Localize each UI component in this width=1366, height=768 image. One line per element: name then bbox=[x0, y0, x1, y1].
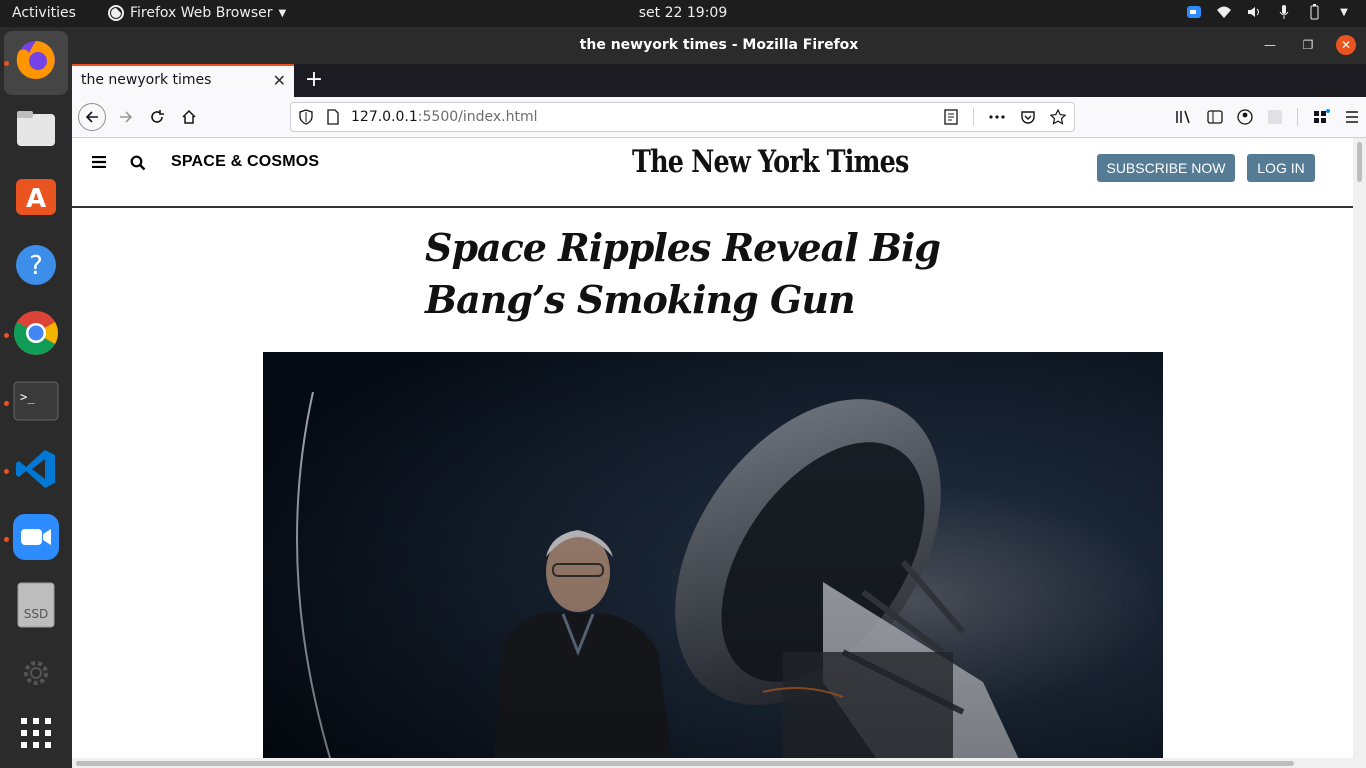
maximize-button[interactable]: ❐ bbox=[1298, 35, 1318, 55]
account-icon[interactable] bbox=[1237, 109, 1253, 125]
running-indicator bbox=[4, 61, 9, 66]
files-icon[interactable] bbox=[12, 105, 60, 153]
tracking-protection-shield-icon[interactable] bbox=[299, 109, 313, 125]
url-host: 127.0.0.1 bbox=[351, 109, 418, 125]
section-title[interactable]: SPACE & COSMOS bbox=[171, 153, 319, 171]
minimize-button[interactable]: — bbox=[1260, 35, 1280, 55]
ssd-drive-icon[interactable]: SSD bbox=[12, 581, 60, 629]
extensions-puzzle-icon[interactable] bbox=[1312, 109, 1330, 125]
bookmark-star-icon[interactable] bbox=[1050, 109, 1066, 125]
zoom-tray-icon[interactable] bbox=[1186, 4, 1202, 20]
svg-text:A: A bbox=[26, 184, 46, 214]
hamburger-menu-icon[interactable] bbox=[1344, 109, 1360, 125]
extension-icon[interactable] bbox=[1267, 109, 1283, 125]
window-controls: — ❐ ✕ bbox=[1260, 35, 1356, 55]
terminal-icon[interactable]: >_ bbox=[12, 377, 60, 425]
vscode-icon[interactable] bbox=[12, 445, 60, 493]
url-bar[interactable]: 127.0.0.1:5500/index.html bbox=[290, 102, 1075, 132]
forward-arrow-icon bbox=[120, 111, 133, 123]
tab-strip: the newyork times ✕ + bbox=[72, 64, 1366, 97]
horizontal-scroll-thumb[interactable] bbox=[76, 761, 1294, 766]
home-button[interactable] bbox=[175, 103, 203, 131]
close-window-button[interactable]: ✕ bbox=[1336, 35, 1356, 55]
page-viewport: SPACE & COSMOS The New York Times SUBSCR… bbox=[72, 138, 1366, 768]
reader-view-icon[interactable] bbox=[943, 109, 959, 125]
site-menu-icon[interactable] bbox=[92, 156, 106, 168]
window-title: the newyork times - Mozilla Firefox bbox=[579, 37, 859, 53]
page-actions-ellipsis-icon[interactable] bbox=[988, 109, 1006, 125]
vertical-scroll-thumb[interactable] bbox=[1357, 142, 1362, 182]
horizontal-scrollbar[interactable] bbox=[72, 758, 1353, 768]
chrome-icon[interactable] bbox=[12, 309, 60, 357]
volume-icon[interactable] bbox=[1246, 4, 1262, 20]
running-indicator bbox=[4, 333, 9, 338]
microphone-icon[interactable] bbox=[1276, 4, 1292, 20]
svg-text:>_: >_ bbox=[20, 390, 35, 404]
subscribe-button[interactable]: SUBSCRIBE NOW bbox=[1097, 154, 1235, 182]
battery-icon[interactable] bbox=[1306, 4, 1322, 20]
running-indicator bbox=[4, 401, 9, 406]
running-indicator bbox=[4, 469, 9, 474]
system-tray[interactable]: ▼ bbox=[1186, 4, 1352, 20]
back-arrow-icon bbox=[85, 111, 98, 123]
clock[interactable]: set 22 19:09 bbox=[0, 5, 1366, 21]
url-text[interactable]: 127.0.0.1:5500/index.html bbox=[351, 103, 538, 131]
wifi-icon[interactable] bbox=[1216, 4, 1232, 20]
new-tab-button[interactable]: + bbox=[302, 68, 326, 92]
software-center-icon[interactable]: A bbox=[12, 173, 60, 221]
url-separator bbox=[973, 108, 974, 126]
zoom-icon[interactable] bbox=[12, 513, 60, 561]
home-icon bbox=[182, 109, 196, 124]
dock: A ? >_ SSD bbox=[0, 27, 72, 768]
system-menu-chevron-icon[interactable]: ▼ bbox=[1336, 4, 1352, 20]
reload-button[interactable] bbox=[143, 103, 171, 131]
system-top-bar: Activities Firefox Web Browser ▼ set 22 … bbox=[0, 0, 1366, 27]
tab-active[interactable]: the newyork times ✕ bbox=[72, 64, 294, 97]
site-search-icon[interactable] bbox=[130, 155, 146, 171]
svg-text:?: ? bbox=[29, 251, 43, 281]
ssd-label: SSD bbox=[23, 607, 49, 621]
reload-icon bbox=[151, 110, 164, 123]
hero-image bbox=[263, 352, 1163, 768]
settings-gear-icon[interactable] bbox=[12, 649, 60, 697]
library-icon[interactable] bbox=[1175, 109, 1193, 125]
browser-tools bbox=[1175, 103, 1360, 131]
forward-button[interactable] bbox=[112, 103, 140, 131]
sidebar-icon[interactable] bbox=[1207, 109, 1223, 125]
login-button[interactable]: LOG IN bbox=[1247, 154, 1315, 182]
page-info-icon[interactable] bbox=[326, 109, 340, 125]
site-header: SPACE & COSMOS The New York Times SUBSCR… bbox=[72, 138, 1353, 208]
tab-title: the newyork times bbox=[81, 72, 212, 88]
firefox-icon[interactable] bbox=[12, 36, 60, 84]
show-applications-icon[interactable] bbox=[12, 709, 60, 757]
navigation-toolbar: 127.0.0.1:5500/index.html bbox=[72, 97, 1366, 138]
help-icon[interactable]: ? bbox=[12, 241, 60, 289]
toolbar-separator bbox=[1297, 108, 1298, 126]
site-logo[interactable]: The New York Times bbox=[632, 144, 909, 180]
pocket-icon[interactable] bbox=[1020, 109, 1036, 125]
close-tab-icon[interactable]: ✕ bbox=[273, 66, 286, 95]
article-headline: Space Ripples Reveal Big Bang’s Smoking … bbox=[425, 225, 941, 322]
vertical-scrollbar[interactable] bbox=[1353, 138, 1366, 768]
back-button[interactable] bbox=[78, 103, 106, 131]
url-actions bbox=[943, 103, 1066, 131]
url-path: :5500/index.html bbox=[417, 109, 538, 125]
firefox-window: the newyork times - Mozilla Firefox — ❐ … bbox=[72, 27, 1366, 768]
telescope-photo bbox=[263, 352, 1163, 768]
running-indicator bbox=[4, 537, 9, 542]
window-titlebar[interactable]: the newyork times - Mozilla Firefox — ❐ … bbox=[72, 27, 1366, 64]
